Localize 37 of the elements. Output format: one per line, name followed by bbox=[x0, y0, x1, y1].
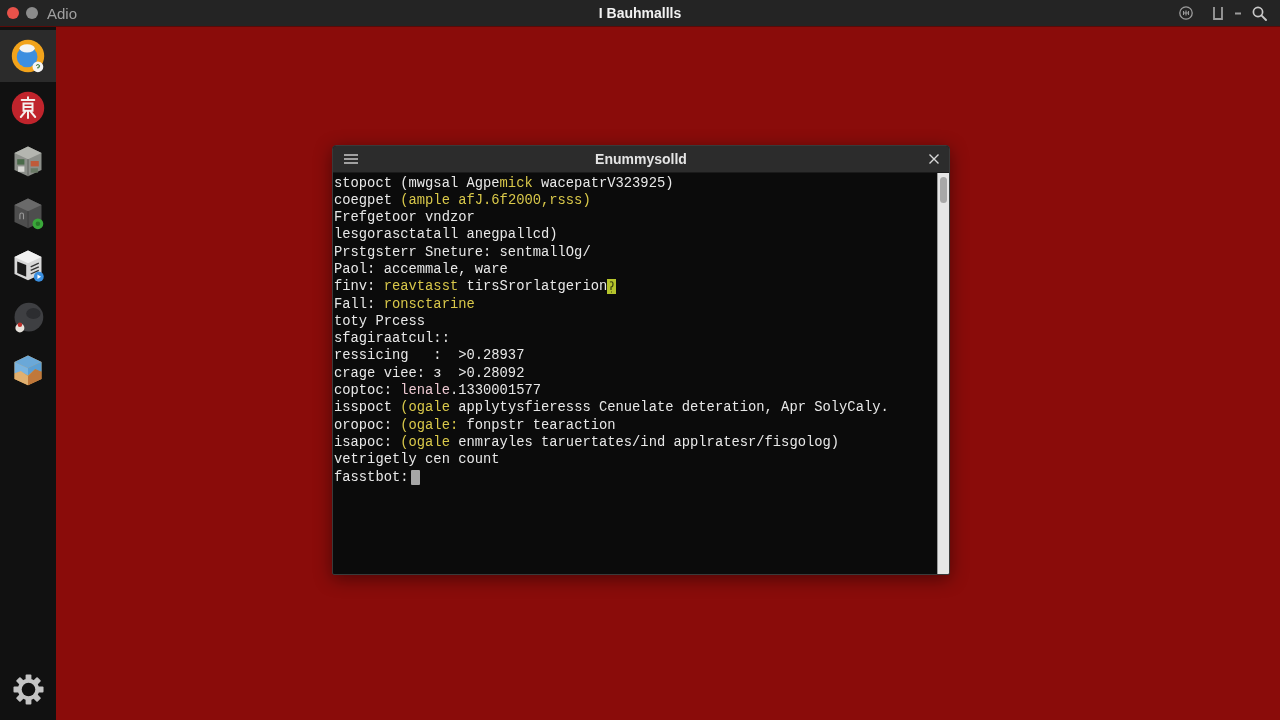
terminal-line: isspoct (ogale applytysfieresss Cenuelate deteration, Apr SolyCaly. bbox=[334, 399, 889, 417]
terminal-line: Frefgetoor vndzor bbox=[334, 209, 475, 227]
terminal-line: oropoc: (ogale: fonpstr tearaction bbox=[334, 416, 616, 434]
settings-icon[interactable] bbox=[12, 674, 44, 705]
terminal-line: Prstgsterr Sneture: sentmallOg/ bbox=[334, 243, 591, 261]
window-title: I Bauhmallls bbox=[598, 5, 682, 21]
scrollbar-thumb[interactable] bbox=[940, 177, 947, 203]
terminal-line: Paol: accemmale, ware bbox=[334, 261, 508, 279]
cursor-block-icon bbox=[410, 469, 420, 485]
terminal-line: fasstbot: bbox=[334, 468, 409, 486]
dash-icon[interactable] bbox=[1235, 11, 1241, 15]
terminal-line: lesgorasctatall anegpallcd) bbox=[334, 226, 558, 244]
glyph-app-icon[interactable] bbox=[10, 90, 46, 127]
dock-item[interactable] bbox=[0, 30, 56, 83]
terminal-title: Enummysolld bbox=[595, 151, 687, 167]
terminal-line: coegpet (ample afJ.6f2000,rsss) bbox=[334, 191, 591, 210]
terminal-line: toty Prcess bbox=[334, 312, 426, 331]
highlight-block-icon bbox=[607, 279, 617, 295]
emblem-icon[interactable] bbox=[1179, 6, 1193, 20]
scrollbar[interactable] bbox=[937, 173, 949, 574]
menu-icon[interactable] bbox=[344, 154, 358, 164]
close-dot-icon[interactable] bbox=[7, 7, 19, 19]
terminal-line: coptoc: lenale.1330001577 bbox=[334, 382, 541, 400]
terminal-line: ressicing : >0.28937 bbox=[334, 347, 525, 365]
terminal-line: stopoct (mwgsal Agpemick wacepatrV323925) bbox=[334, 174, 674, 192]
bracket-icon[interactable] bbox=[1212, 6, 1224, 20]
terminal-line: Fall: ronsctarine bbox=[334, 295, 475, 313]
terminal-line: sfagiraatcul:: bbox=[334, 330, 450, 348]
search-icon[interactable] bbox=[1252, 5, 1267, 21]
terminal-line: vetrigetly cen count bbox=[334, 451, 500, 469]
terminal-line: crage viee: з >0.28092 bbox=[334, 364, 525, 383]
close-icon[interactable] bbox=[929, 154, 939, 164]
minimize-dot-icon[interactable] bbox=[26, 7, 38, 19]
terminal-line: isapoc: (ogale enmrayles taruertates/ind applratesr/fisgolog) bbox=[334, 433, 840, 452]
terminal-line: finv: reavtasst tirsSrorlatgerion bbox=[334, 278, 608, 296]
ring-app-icon[interactable] bbox=[10, 38, 46, 75]
app-name[interactable]: Adio bbox=[47, 4, 78, 22]
